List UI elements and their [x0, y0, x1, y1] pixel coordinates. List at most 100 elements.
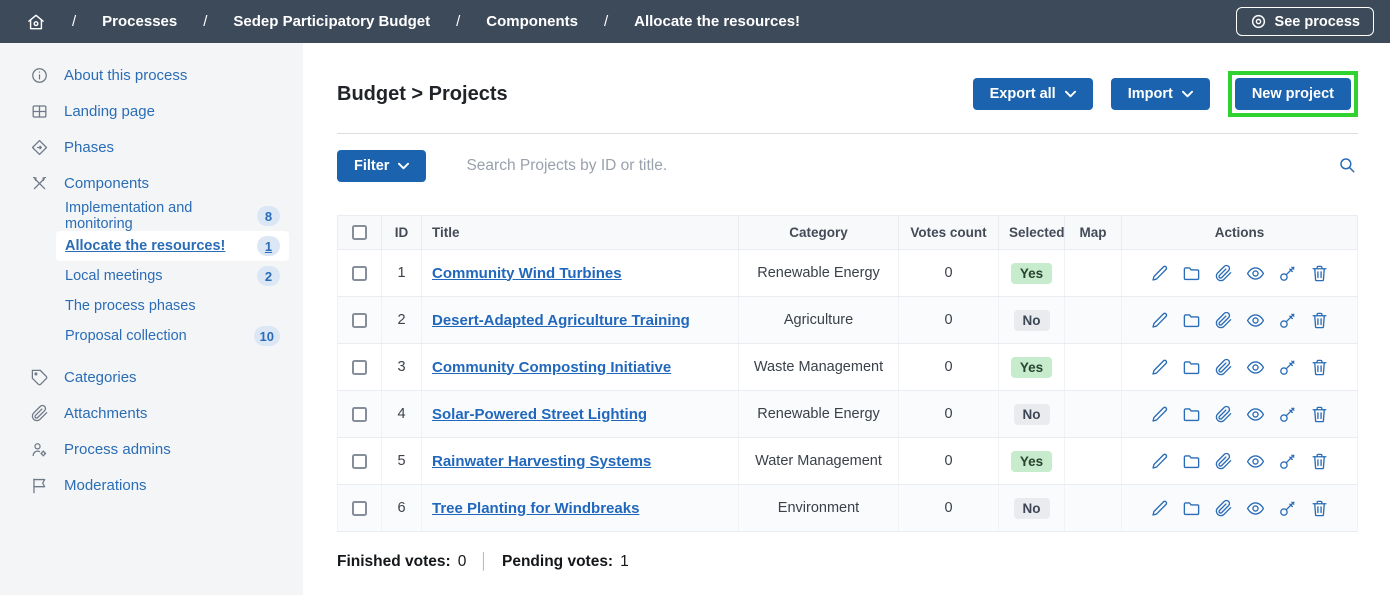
new-project-highlight-box: New project: [1228, 71, 1358, 117]
topbar: / Processes / Sedep Participatory Budget…: [0, 0, 1390, 43]
project-title-link[interactable]: Solar-Powered Street Lighting: [432, 406, 647, 423]
delete-trash-icon[interactable]: [1310, 264, 1329, 283]
preview-eye-icon[interactable]: [1246, 452, 1265, 471]
permissions-key-icon[interactable]: [1278, 358, 1297, 377]
breadcrumb-current-component[interactable]: Allocate the resources!: [634, 13, 800, 30]
sidebar-item-about[interactable]: About this process: [0, 57, 303, 93]
folder-icon[interactable]: [1182, 358, 1201, 377]
row-checkbox[interactable]: [352, 313, 367, 328]
breadcrumb-processes[interactable]: Processes: [102, 13, 177, 30]
paperclip-icon[interactable]: [1214, 264, 1233, 283]
folder-icon[interactable]: [1182, 452, 1201, 471]
project-title-link[interactable]: Community Composting Initiative: [432, 359, 671, 376]
permissions-key-icon[interactable]: [1278, 311, 1297, 330]
project-title-link[interactable]: Rainwater Harvesting Systems: [432, 453, 651, 470]
permissions-key-icon[interactable]: [1278, 452, 1297, 471]
filter-button[interactable]: Filter: [337, 150, 426, 182]
breadcrumb-process-title[interactable]: Sedep Participatory Budget: [233, 13, 430, 30]
sidebar-item-process-admins[interactable]: Process admins: [0, 431, 303, 467]
breadcrumb-components[interactable]: Components: [486, 13, 578, 30]
permissions-key-icon[interactable]: [1278, 405, 1297, 424]
home-icon[interactable]: [26, 12, 46, 32]
delete-trash-icon[interactable]: [1310, 452, 1329, 471]
delete-trash-icon[interactable]: [1310, 405, 1329, 424]
breadcrumb-separator: /: [604, 13, 608, 30]
project-title-link[interactable]: Tree Planting for Windbreaks: [432, 500, 639, 517]
folder-icon[interactable]: [1182, 264, 1201, 283]
selected-badge: Yes: [1011, 263, 1052, 284]
sidebar-subitem-label: Proposal collection: [65, 328, 187, 344]
folder-icon[interactable]: [1182, 311, 1201, 330]
sidebar-subitem-process-phases[interactable]: The process phases: [56, 291, 289, 321]
paperclip-icon[interactable]: [1214, 311, 1233, 330]
delete-trash-icon[interactable]: [1310, 358, 1329, 377]
count-badge: 10: [254, 326, 280, 346]
see-process-button[interactable]: See process: [1236, 7, 1374, 36]
row-checkbox[interactable]: [352, 360, 367, 375]
preview-eye-icon[interactable]: [1246, 311, 1265, 330]
import-button[interactable]: Import: [1111, 78, 1210, 110]
select-all-checkbox[interactable]: [352, 225, 367, 240]
table-row: 1Community Wind TurbinesRenewable Energy…: [338, 250, 1358, 297]
sidebar-item-components[interactable]: Components: [0, 165, 303, 201]
folder-icon[interactable]: [1182, 405, 1201, 424]
row-checkbox[interactable]: [352, 454, 367, 469]
folder-icon[interactable]: [1182, 499, 1201, 518]
row-checkbox[interactable]: [352, 501, 367, 516]
new-project-button[interactable]: New project: [1235, 78, 1351, 110]
sidebar-subitem-implementation-monitoring[interactable]: Implementation and monitoring 8: [56, 201, 289, 231]
sidebar-subitem-allocate-resources[interactable]: Allocate the resources! 1: [56, 231, 289, 261]
paperclip-icon[interactable]: [1214, 499, 1233, 518]
finished-votes-value: 0: [458, 553, 467, 571]
breadcrumb-separator: /: [72, 13, 76, 30]
project-title-link[interactable]: Community Wind Turbines: [432, 265, 622, 282]
paperclip-icon[interactable]: [1214, 405, 1233, 424]
row-checkbox[interactable]: [352, 407, 367, 422]
delete-trash-icon[interactable]: [1310, 311, 1329, 330]
paperclip-icon[interactable]: [1214, 452, 1233, 471]
sidebar-subitem-proposal-collection[interactable]: Proposal collection 10: [56, 321, 289, 351]
project-title-link[interactable]: Desert-Adapted Agriculture Training: [432, 312, 690, 329]
selected-badge: No: [1014, 404, 1050, 425]
edit-pencil-icon[interactable]: [1150, 264, 1169, 283]
sidebar-item-label: About this process: [64, 67, 187, 84]
sidebar-item-categories[interactable]: Categories: [0, 359, 303, 395]
cell-votes-count: 0: [899, 438, 999, 485]
preview-eye-icon[interactable]: [1246, 405, 1265, 424]
edit-pencil-icon[interactable]: [1150, 311, 1169, 330]
count-badge: 8: [257, 206, 280, 226]
page-title: Budget > Projects: [337, 83, 508, 106]
table-row: 6Tree Planting for WindbreaksEnvironment…: [338, 485, 1358, 532]
count-badge: 2: [257, 266, 280, 286]
sidebar-item-attachments[interactable]: Attachments: [0, 395, 303, 431]
selected-badge: No: [1014, 498, 1050, 519]
permissions-key-icon[interactable]: [1278, 264, 1297, 283]
row-checkbox[interactable]: [352, 266, 367, 281]
sidebar-item-moderations[interactable]: Moderations: [0, 467, 303, 503]
sidebar-item-landing-page[interactable]: Landing page: [0, 93, 303, 129]
preview-eye-icon[interactable]: [1246, 499, 1265, 518]
search-input[interactable]: [466, 157, 1336, 175]
preview-eye-icon[interactable]: [1246, 264, 1265, 283]
sidebar-subitem-local-meetings[interactable]: Local meetings 2: [56, 261, 289, 291]
sidebar-item-phases[interactable]: Phases: [0, 129, 303, 165]
chevron-down-icon: [1182, 90, 1193, 98]
search-button[interactable]: [1336, 154, 1358, 179]
edit-pencil-icon[interactable]: [1150, 499, 1169, 518]
edit-pencil-icon[interactable]: [1150, 405, 1169, 424]
delete-trash-icon[interactable]: [1310, 499, 1329, 518]
paperclip-icon[interactable]: [1214, 358, 1233, 377]
sidebar-subitem-label: Allocate the resources!: [65, 238, 225, 254]
edit-pencil-icon[interactable]: [1150, 358, 1169, 377]
row-actions: [1132, 358, 1347, 377]
cell-map: [1065, 391, 1122, 438]
see-process-label: See process: [1275, 14, 1360, 30]
edit-pencil-icon[interactable]: [1150, 452, 1169, 471]
landing-page-grid-icon: [30, 102, 49, 121]
export-all-button[interactable]: Export all: [973, 78, 1093, 110]
permissions-key-icon[interactable]: [1278, 499, 1297, 518]
flag-icon: [30, 476, 49, 495]
breadcrumb-separator: /: [203, 13, 207, 30]
preview-eye-icon[interactable]: [1246, 358, 1265, 377]
search-icon: [1338, 156, 1356, 177]
